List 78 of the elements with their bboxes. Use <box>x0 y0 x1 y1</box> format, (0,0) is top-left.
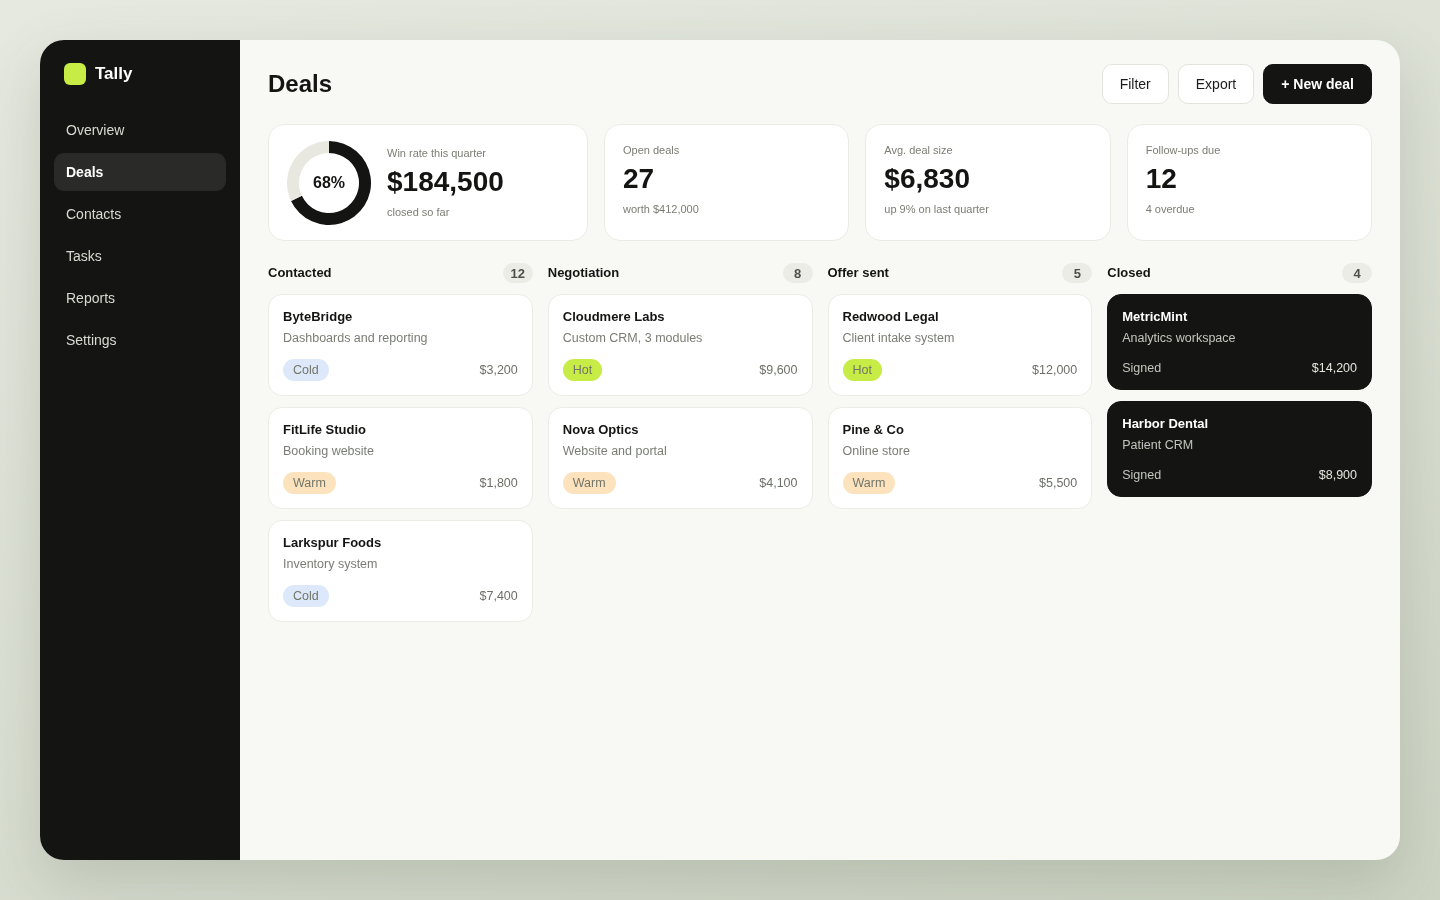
deal-status: Signed <box>1122 360 1162 377</box>
temperature-tag: Cold <box>283 585 329 607</box>
column-title: Contacted <box>268 264 332 280</box>
deal-description: Booking website <box>283 443 376 460</box>
nav-item[interactable]: Overview <box>54 111 226 149</box>
column-title: Offer sent <box>827 264 889 280</box>
deal-name: ByteBridge <box>283 308 354 326</box>
deal-card[interactable]: FitLife Studio Booking website Warm $1,800 <box>268 407 533 509</box>
stat-value: $6,830 <box>884 162 971 196</box>
nav-item[interactable]: Settings <box>54 321 226 359</box>
deal-card[interactable]: Pine & Co Online store Warm $5,500 <box>827 407 1093 509</box>
donut-center-label: 68% <box>313 173 345 192</box>
deal-name: FitLife Studio <box>283 421 368 439</box>
column-count: 8 <box>782 263 813 283</box>
deal-amount: $1,800 <box>479 476 518 490</box>
temperature-tag: Warm <box>842 472 896 494</box>
stat-value: $184,500 <box>387 165 504 199</box>
deal-description: Custom CRM, 3 modules <box>562 330 704 347</box>
deal-name: Nova Optics <box>562 421 640 439</box>
stat-value: 12 <box>1145 162 1178 196</box>
column-count: 4 <box>1342 263 1372 283</box>
deal-name: Cloudmere Labs <box>562 308 666 326</box>
deal-amount: $14,200 <box>1311 361 1357 375</box>
deal-description: Inventory system <box>283 556 379 573</box>
deal-status: Signed <box>1122 467 1162 484</box>
deal-amount: $8,900 <box>1318 468 1357 482</box>
deal-card[interactable]: ByteBridge Dashboards and reporting Cold $3,200 <box>268 294 533 396</box>
logo-square-icon <box>64 63 86 85</box>
stat-note: closed so far <box>387 205 451 219</box>
deal-amount: $3,200 <box>479 363 518 377</box>
deal-card[interactable]: Larkspur Foods Inventory system Cold $7,400 <box>268 520 533 622</box>
column-title: Negotiation <box>547 264 620 280</box>
deal-amount: $9,600 <box>759 363 798 377</box>
deal-amount: $7,400 <box>479 589 518 603</box>
deal-amount: $12,000 <box>1032 363 1078 377</box>
temperature-tag: Hot <box>562 359 603 381</box>
toolbar-button[interactable]: Filter <box>1101 64 1169 104</box>
column-count: 5 <box>1062 263 1093 283</box>
deal-name: MetricMint <box>1122 308 1189 326</box>
deal-description: Analytics workspace <box>1122 330 1237 347</box>
stat-note: up 9% on last quarter <box>884 202 990 216</box>
deal-amount: $5,500 <box>1039 476 1078 490</box>
deal-description: Client intake system <box>842 330 956 347</box>
deal-name: Harbor Dental <box>1122 415 1210 433</box>
brand-name: Tally <box>95 63 133 85</box>
deal-amount: $4,100 <box>759 476 798 490</box>
nav-item[interactable]: Deals <box>54 153 226 191</box>
stat-label: Open deals <box>623 143 681 157</box>
temperature-tag: Warm <box>562 472 616 494</box>
stat-note: 4 overdue <box>1145 202 1196 216</box>
stat-label: Win rate this quarter <box>387 146 488 160</box>
deal-description: Dashboards and reporting <box>283 330 429 347</box>
deal-name: Larkspur Foods <box>283 534 383 552</box>
deal-card[interactable]: Cloudmere Labs Custom CRM, 3 modules Hot $9,600 <box>547 294 813 396</box>
deal-card[interactable]: MetricMint Analytics workspace Signed $14,200 <box>1107 294 1372 390</box>
new-deal-button[interactable]: + New deal <box>1263 64 1372 104</box>
temperature-tag: Warm <box>283 472 336 494</box>
deal-description: Website and portal <box>562 443 668 460</box>
deal-card[interactable]: Redwood Legal Client intake system Hot $12,000 <box>827 294 1093 396</box>
deal-name: Pine & Co <box>842 421 905 439</box>
deal-name: Redwood Legal <box>842 308 940 326</box>
temperature-tag: Cold <box>283 359 329 381</box>
deal-card[interactable]: Nova Optics Website and portal Warm $4,100 <box>547 407 813 509</box>
stat-note: worth $412,000 <box>623 202 700 216</box>
column-title: Closed <box>1107 264 1151 280</box>
deal-card[interactable]: Harbor Dental Patient CRM Signed $8,900 <box>1107 401 1372 497</box>
stat-value: 27 <box>623 162 656 196</box>
nav-item[interactable]: Reports <box>54 279 226 317</box>
nav-item[interactable]: Contacts <box>54 195 226 233</box>
stat-label: Avg. deal size <box>884 143 954 157</box>
deal-description: Patient CRM <box>1122 437 1195 454</box>
page-title: Deals <box>268 70 333 98</box>
column-count: 12 <box>502 263 533 283</box>
toolbar-button[interactable]: Export <box>1177 64 1255 104</box>
deal-description: Online store <box>842 443 911 460</box>
temperature-tag: Hot <box>842 359 882 381</box>
stat-label: Follow-ups due <box>1145 143 1222 157</box>
nav-item[interactable]: Tasks <box>54 237 226 275</box>
